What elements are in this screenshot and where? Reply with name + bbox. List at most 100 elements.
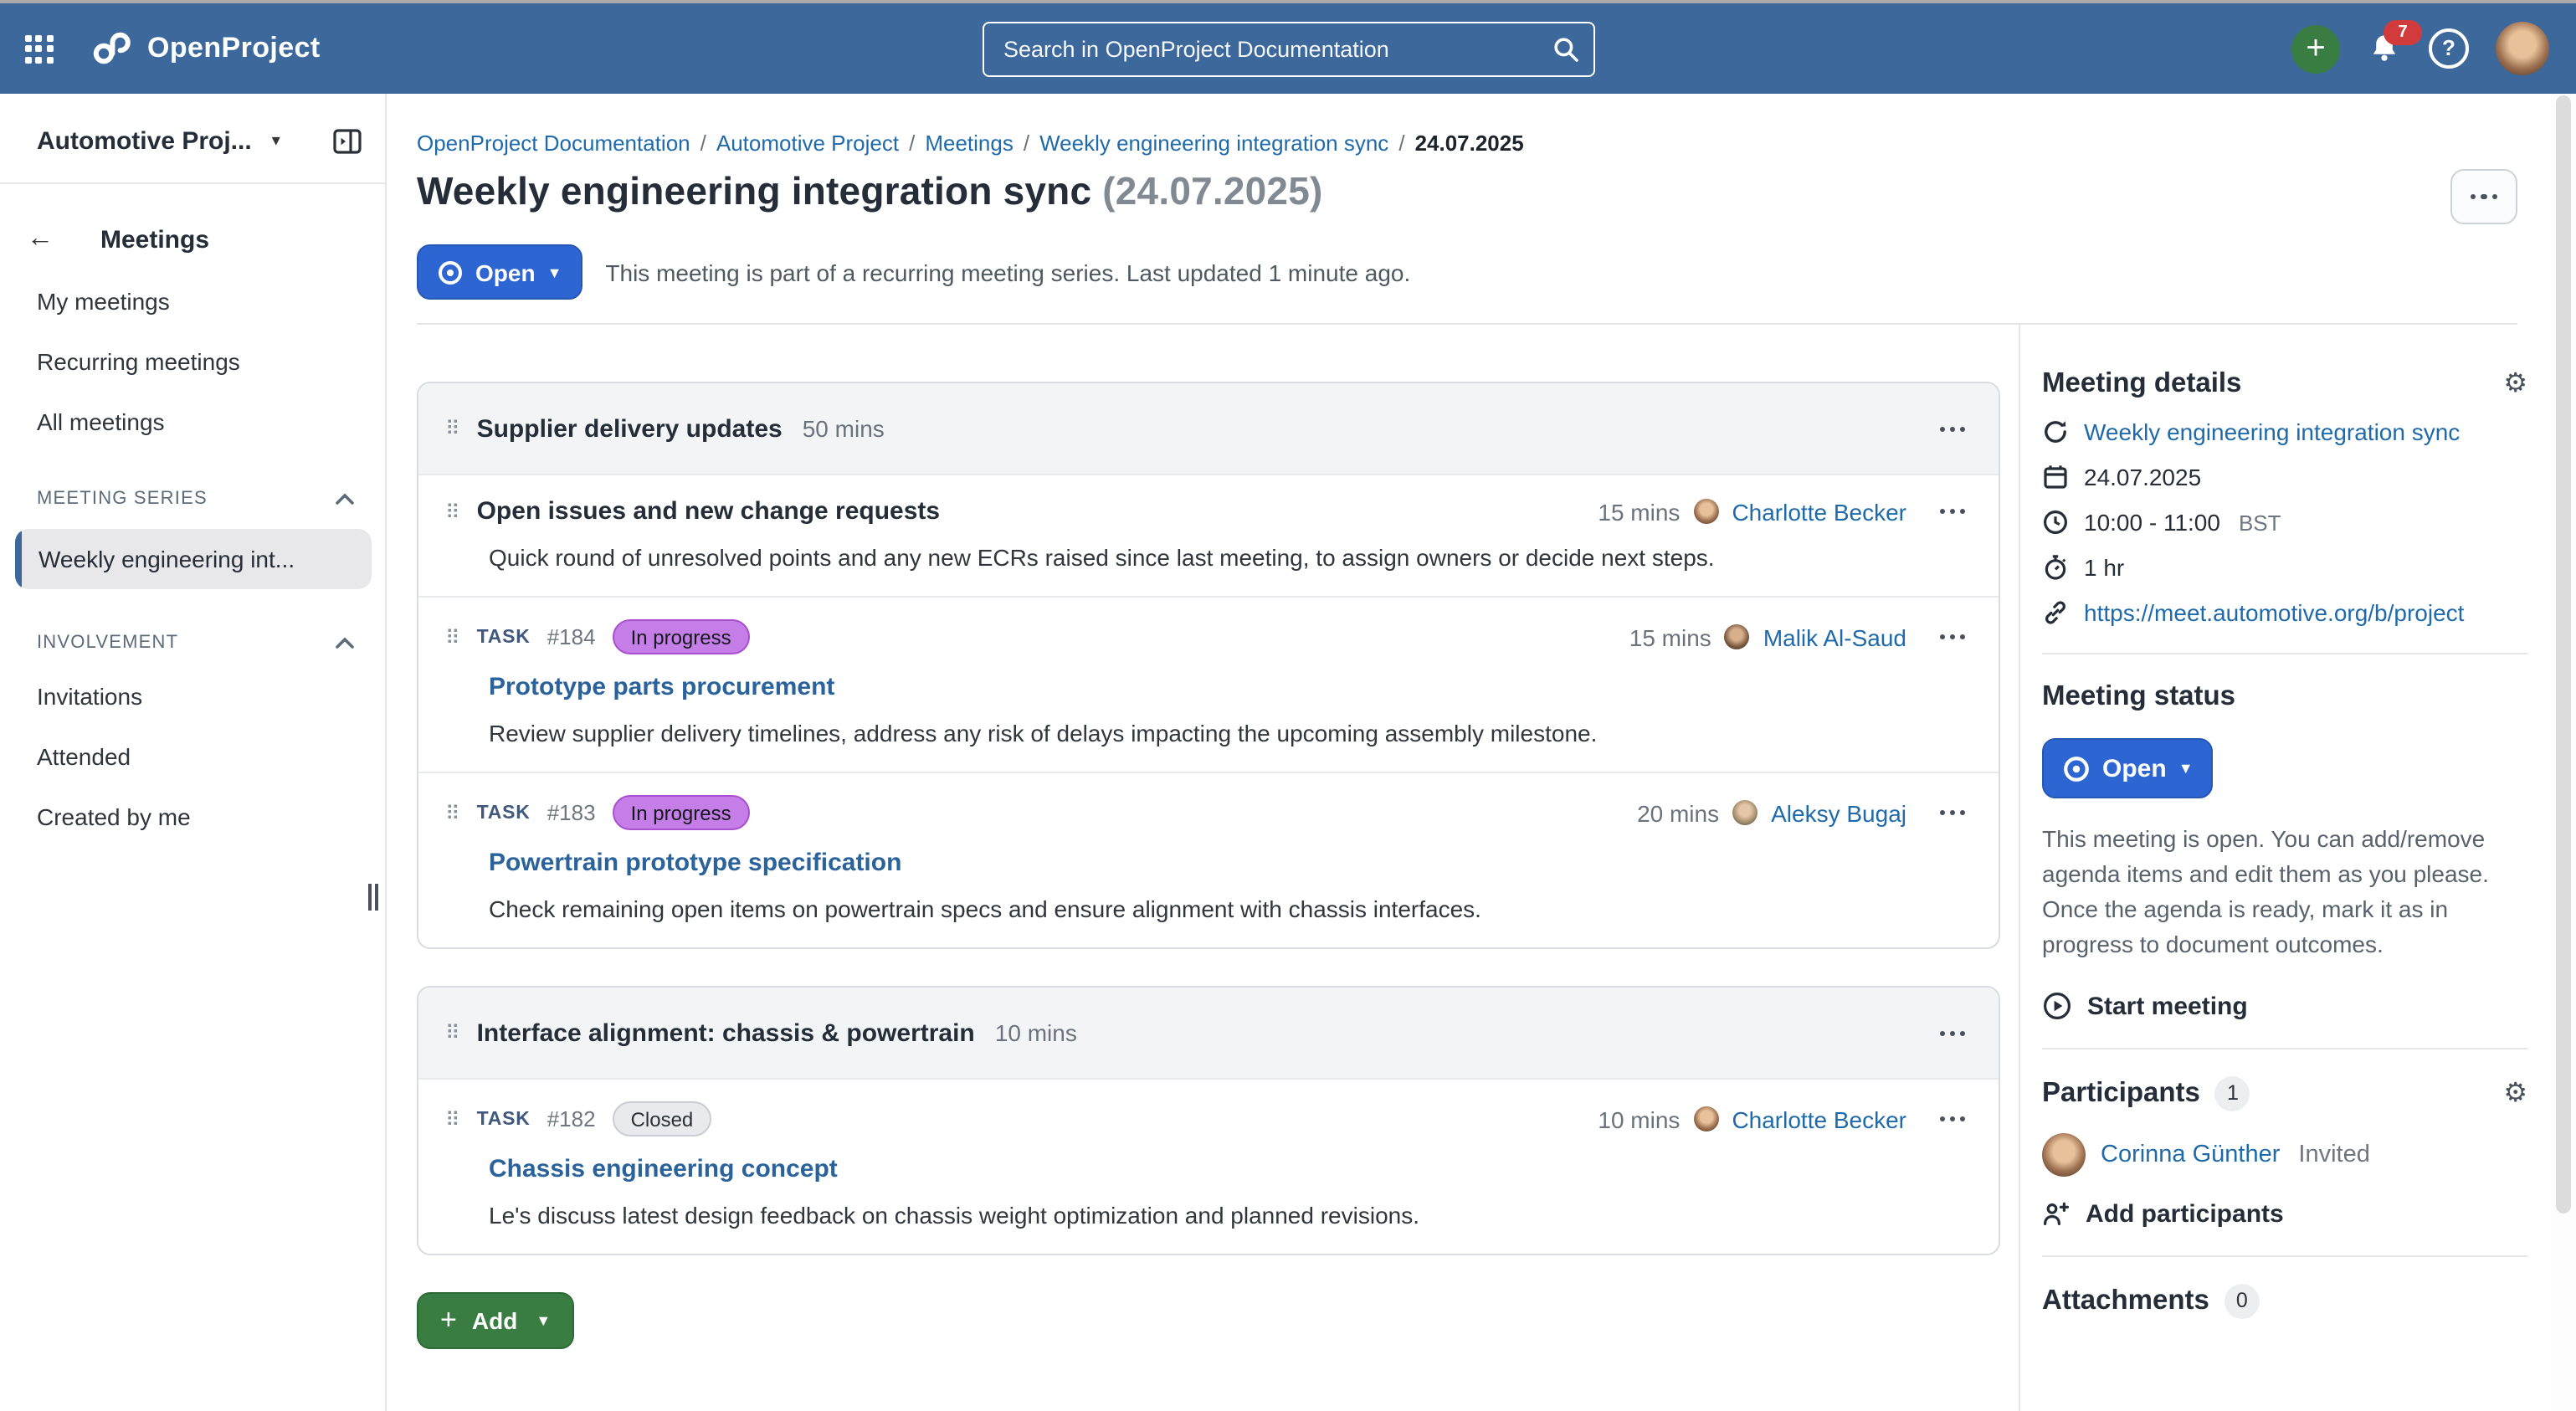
drag-handle-icon[interactable]: ⠿ <box>445 803 460 823</box>
work-package-id: #183 <box>547 800 596 825</box>
sidebar-item-invitations[interactable]: Invitations <box>0 666 385 726</box>
section-more-actions-button[interactable] <box>1933 419 1972 438</box>
app-grid-icon[interactable] <box>17 27 60 70</box>
item-duration: 15 mins <box>1629 623 1711 650</box>
add-button-label: Add <box>472 1307 517 1334</box>
breadcrumb-link-meetings[interactable]: Meetings <box>925 131 1013 156</box>
scrollbar-thumb[interactable] <box>2556 95 2571 1213</box>
breadcrumb-link-series[interactable]: Weekly engineering integration sync <box>1039 131 1388 156</box>
user-avatar[interactable] <box>2496 22 2549 75</box>
item-duration: 20 mins <box>1637 799 1719 826</box>
item-more-actions-button[interactable] <box>1933 502 1972 521</box>
breadcrumb-current: 24.07.2025 <box>1415 131 1524 156</box>
meeting-url-link[interactable]: https://meet.automotive.org/b/project <box>2084 599 2464 626</box>
logo-text: OpenProject <box>147 32 321 65</box>
help-button[interactable]: ? <box>2429 28 2469 69</box>
agenda-item-header: ⠿ TASK #184 In progress 15 mins Malik Al… <box>445 619 1972 654</box>
sidebar-item-weekly-engineering-selected[interactable]: Weekly engineering int... <box>15 529 372 589</box>
series-link[interactable]: Weekly engineering integration sync <box>2084 418 2460 445</box>
start-meeting-button[interactable]: Start meeting <box>2042 991 2527 1021</box>
gear-icon[interactable]: ⚙ <box>2503 1080 2527 1107</box>
page-more-actions-button[interactable] <box>2450 169 2517 224</box>
drag-handle-icon[interactable]: ⠿ <box>445 501 460 521</box>
app-body: Automotive Proj... ▾ ← Meetings My meeti… <box>0 94 2576 1411</box>
status-badge[interactable]: In progress <box>613 795 750 830</box>
agenda-item-meta: 15 mins Charlotte Becker <box>1598 498 1972 525</box>
agenda-list: ⠿ Supplier delivery updates 50 mins ⠿ Op… <box>387 325 2019 1411</box>
project-selector[interactable]: Automotive Proj... ▾ <box>0 94 385 182</box>
breadcrumb-link-project[interactable]: Automotive Project <box>716 131 899 156</box>
involvement-section-header[interactable]: INVOLVEMENT <box>0 596 385 666</box>
sidebar-item-all-meetings[interactable]: All meetings <box>0 392 385 452</box>
sidebar-item-my-meetings[interactable]: My meetings <box>0 271 385 331</box>
add-participants-button[interactable]: Add participants <box>2042 1200 2527 1229</box>
work-package-link[interactable]: Prototype parts procurement <box>489 673 1972 701</box>
agenda-item: ⠿ TASK #184 In progress 15 mins Malik Al… <box>418 596 1999 772</box>
search-input[interactable] <box>1000 34 1551 63</box>
agenda-item: ⠿ TASK #183 In progress 20 mins Aleksy B… <box>418 772 1999 947</box>
openproject-logo[interactable]: OpenProject <box>90 27 321 70</box>
quick-add-button[interactable]: + <box>2291 24 2340 73</box>
status-dropdown-button[interactable]: Open ▼ <box>2042 738 2214 798</box>
presenter-link[interactable]: Malik Al-Saud <box>1763 623 1906 650</box>
presenter-link[interactable]: Charlotte Becker <box>1732 498 1906 525</box>
drag-handle-icon[interactable]: ⠿ <box>445 627 460 647</box>
section-duration: 10 mins <box>995 1019 1077 1046</box>
meatball-icon <box>2471 194 2476 200</box>
presenter-link[interactable]: Charlotte Becker <box>1732 1106 1906 1132</box>
gear-icon[interactable]: ⚙ <box>2503 371 2527 398</box>
meeting-series-label: MEETING SERIES <box>37 489 208 509</box>
work-package-link[interactable]: Chassis engineering concept <box>489 1155 1972 1183</box>
detail-row-time: 10:00 - 11:00 BST <box>2042 509 2527 536</box>
participant-status: Invited <box>2298 1142 2369 1168</box>
title-row: Weekly engineering integration sync (24.… <box>417 169 2517 224</box>
global-search <box>982 21 1594 76</box>
add-agenda-item-button[interactable]: + Add ▼ <box>417 1292 574 1349</box>
search-icon[interactable] <box>1551 34 1579 63</box>
section-more-actions-button[interactable] <box>1933 1024 1972 1042</box>
agenda-section-card: ⠿ Supplier delivery updates 50 mins ⠿ Op… <box>417 382 2000 949</box>
drag-handle-icon[interactable]: ⠿ <box>445 1109 460 1129</box>
agenda-item-description: Quick round of unresolved points and any… <box>489 544 1972 571</box>
calendar-icon <box>2042 464 2069 490</box>
presenter-link[interactable]: Aleksy Bugaj <box>1771 799 1906 826</box>
item-more-actions-button[interactable] <box>1933 803 1972 822</box>
item-duration: 10 mins <box>1598 1106 1680 1132</box>
status-badge[interactable]: In progress <box>613 619 750 654</box>
status-dropdown-button[interactable]: Open ▼ <box>417 244 582 300</box>
item-more-actions-button[interactable] <box>1933 1110 1972 1128</box>
page-scrollbar[interactable] <box>2551 94 2576 1411</box>
back-arrow-icon[interactable]: ← <box>27 224 54 254</box>
section-title: Supplier delivery updates <box>477 414 783 443</box>
page: OpenProject + 7 ? <box>0 0 2576 1411</box>
item-more-actions-button[interactable] <box>1933 628 1972 646</box>
plus-icon: + <box>440 1304 457 1337</box>
breadcrumb-link-documentation[interactable]: OpenProject Documentation <box>417 131 690 156</box>
notifications-button[interactable]: 7 <box>2367 31 2402 66</box>
sidebar-item-recurring-meetings[interactable]: Recurring meetings <box>0 331 385 392</box>
play-circle-icon <box>2042 991 2072 1021</box>
sidebar-item-created-by-me[interactable]: Created by me <box>0 787 385 847</box>
work-package-type: TASK <box>477 803 531 823</box>
drag-handle-icon[interactable]: ⠿ <box>445 1023 460 1043</box>
status-badge[interactable]: Closed <box>613 1101 712 1136</box>
work-package-type: TASK <box>477 1109 531 1129</box>
sidebar-item-attended[interactable]: Attended <box>0 726 385 787</box>
status-label: Open <box>475 259 536 285</box>
panel-divider <box>2042 1048 2527 1049</box>
meeting-series-section-header[interactable]: MEETING SERIES <box>0 452 385 522</box>
sidebar-resize-handle[interactable] <box>368 884 378 911</box>
participant-link[interactable]: Corinna Günther <box>2101 1142 2280 1168</box>
drag-handle-icon[interactable]: ⠿ <box>445 418 460 439</box>
stopwatch-icon <box>2042 554 2069 581</box>
agenda-section-header: ⠿ Supplier delivery updates 50 mins <box>418 383 1999 474</box>
attachments-header: Attachments 0 <box>2042 1284 2527 1319</box>
involvement-label: INVOLVEMENT <box>37 633 178 653</box>
sidebar-collapse-button[interactable] <box>333 129 362 154</box>
work-package-link[interactable]: Powertrain prototype specification <box>489 849 1972 877</box>
work-package-id: #182 <box>547 1106 596 1131</box>
agenda-section-header: ⠿ Interface alignment: chassis & powertr… <box>418 988 1999 1078</box>
participants-header: Participants 1 ⚙ <box>2042 1076 2527 1111</box>
start-meeting-label: Start meeting <box>2087 992 2248 1020</box>
status-label: Open <box>2102 754 2167 782</box>
